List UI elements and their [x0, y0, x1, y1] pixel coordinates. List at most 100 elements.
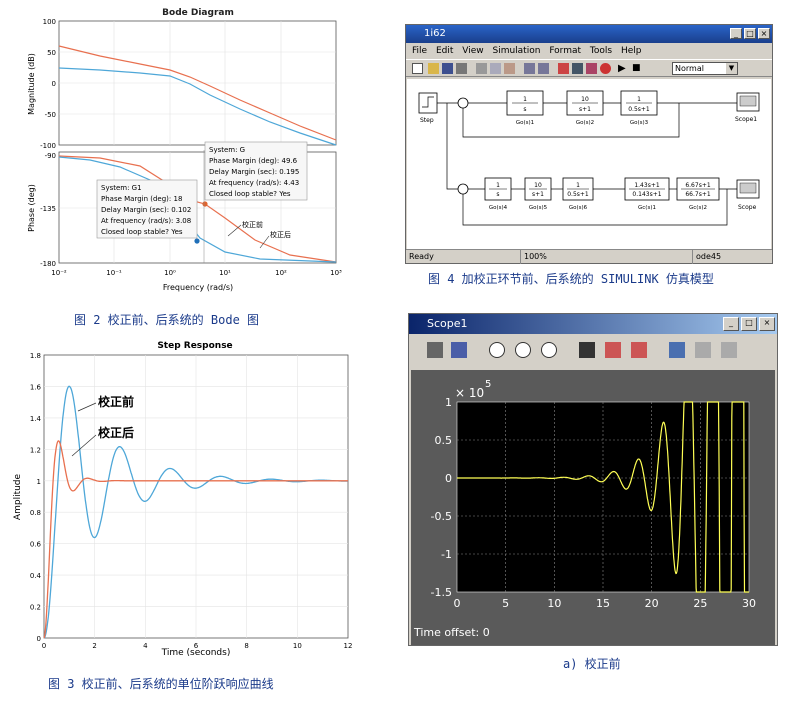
tf-den: s+1: [532, 191, 544, 198]
scope-xtick: 30: [742, 597, 756, 610]
tooltip-g1-line: Closed loop stable? Yes: [101, 228, 183, 236]
tf-den: s: [496, 191, 499, 198]
step-xtick: 0: [42, 642, 46, 650]
status-zoom: 100%: [520, 250, 547, 264]
step-ytick: 1.2: [30, 446, 41, 454]
bode-mag-tick: 100: [43, 18, 56, 26]
minimize-button[interactable]: _: [730, 28, 742, 39]
undo-icon[interactable]: [524, 63, 535, 74]
tooltip-g1-line: Delay Margin (sec): 0.102: [101, 206, 191, 214]
scope-minimize-button[interactable]: _: [723, 317, 739, 331]
floating-scope-icon[interactable]: [669, 342, 685, 358]
bode-phase-tick: -180: [40, 260, 56, 268]
menu-edit[interactable]: Edit: [436, 46, 453, 56]
lock-axes-icon[interactable]: [695, 342, 711, 358]
scope-titlebar: Scope1 _ □ ×: [409, 314, 777, 334]
menu-simulation[interactable]: Simulation: [492, 46, 540, 56]
scope-xtick: 25: [693, 597, 707, 610]
bode-freq-tick: 10⁰: [164, 269, 176, 277]
tooltip-g1-line: At frequency (rad/s): 3.08: [101, 217, 191, 225]
scope-exponent-base: × 10: [455, 386, 484, 400]
tf-label: Go(s)5: [529, 205, 548, 211]
zoom-icon[interactable]: [489, 342, 505, 358]
tooltip-g1-line: System: G1: [101, 184, 142, 192]
new-icon[interactable]: [412, 63, 423, 74]
menu-help[interactable]: Help: [621, 46, 642, 56]
step-ytick: 1.4: [30, 415, 42, 423]
tf-label: Gc(s)1: [638, 205, 656, 211]
autoscale-icon[interactable]: [579, 342, 595, 358]
simulink-menubar: File Edit View Simulation Format Tools H…: [406, 44, 772, 58]
cut-icon[interactable]: [476, 63, 487, 74]
bode-mag-tick: 0: [52, 80, 56, 88]
menu-tools[interactable]: Tools: [590, 46, 612, 56]
parameters-icon[interactable]: [451, 342, 467, 358]
stop-square-icon[interactable]: ■: [632, 63, 641, 74]
save-icon[interactable]: [442, 63, 453, 74]
signal-selection-icon[interactable]: [721, 342, 737, 358]
simulink-toolbar: ▶ ■ Normal ▼: [406, 59, 772, 77]
step-xtick: 4: [143, 642, 148, 650]
tf-num: 10: [581, 96, 589, 103]
print-icon[interactable]: [456, 63, 467, 74]
bode-freq-tick: 10¹: [219, 269, 231, 277]
tf-num: 1: [523, 96, 527, 103]
redo-icon[interactable]: [538, 63, 549, 74]
tf-den: 0.5s+1: [567, 191, 589, 198]
save-axes-icon[interactable]: [605, 342, 621, 358]
maximize-button[interactable]: □: [744, 28, 756, 39]
sim-mode-value: Normal: [675, 64, 704, 73]
scope1-label: Scope1: [735, 116, 757, 123]
scope-ytick: -1: [441, 548, 452, 561]
step-ytick: 0.4: [30, 572, 42, 580]
tf-den: 66.7s+1: [685, 191, 711, 198]
zoom-x-icon[interactable]: [515, 342, 531, 358]
scope-xtick: 0: [454, 597, 461, 610]
print-icon[interactable]: [427, 342, 443, 358]
chevron-down-icon[interactable]: ▼: [726, 63, 737, 74]
simulink-title: 1i62: [424, 28, 446, 39]
tooltip-g-line: At frequency (rad/s): 4.43: [209, 179, 299, 187]
simulink-statusbar: Ready 100% ode45: [406, 249, 772, 264]
scope-xtick: 20: [645, 597, 659, 610]
zoom-y-icon[interactable]: [541, 342, 557, 358]
bode-title: Bode Diagram: [162, 8, 234, 18]
bode-freq-tick: 10³: [330, 269, 342, 277]
scope-xtick: 15: [596, 597, 610, 610]
model-browser-icon[interactable]: [572, 63, 583, 74]
scope-time-offset: Time offset: 0: [413, 626, 490, 639]
scope-close-button[interactable]: ×: [759, 317, 775, 331]
figure-3-caption: 图 3 校正前、后系统的单位阶跃响应曲线: [48, 677, 274, 691]
tooltip-g-line: Phase Margin (deg): 49.6: [209, 157, 298, 165]
tooltip-g1-line: Phase Margin (deg): 18: [101, 195, 182, 203]
tooltip-g-line: System: G: [209, 146, 245, 154]
play-icon[interactable]: ▶: [618, 63, 626, 74]
paste-icon[interactable]: [504, 63, 515, 74]
open-icon[interactable]: [428, 63, 439, 74]
copy-icon[interactable]: [490, 63, 501, 74]
tf-label: Go(s)2: [576, 120, 594, 126]
menu-view[interactable]: View: [462, 46, 483, 56]
sim-mode-select[interactable]: Normal ▼: [672, 62, 738, 75]
debug-icon[interactable]: [586, 63, 597, 74]
scope-maximize-button[interactable]: □: [741, 317, 757, 331]
restore-axes-icon[interactable]: [631, 342, 647, 358]
tf-num: 6.67s+1: [685, 182, 711, 189]
stop-icon[interactable]: [600, 63, 611, 74]
library-icon[interactable]: [558, 63, 569, 74]
sum-block-2[interactable]: [457, 183, 469, 195]
step-ytick: 1.6: [30, 383, 42, 391]
menu-format[interactable]: Format: [549, 46, 581, 56]
menu-file[interactable]: File: [412, 46, 427, 56]
tf-den: s: [523, 106, 526, 113]
bode-freq-tick: 10²: [275, 269, 287, 277]
step-ytick: 0.8: [30, 509, 41, 517]
tf-num: 10: [534, 182, 542, 189]
tf-label: Go(s)1: [516, 120, 534, 126]
sum-block-1[interactable]: [457, 97, 469, 109]
tf-label: Go(s)3: [630, 120, 649, 126]
close-button[interactable]: ×: [758, 28, 770, 39]
figure-4-caption: 图 4 加校正环节前、后系统的 SIMULINK 仿真模型: [428, 272, 714, 286]
bode-ann-before: 校正前: [242, 220, 263, 229]
step-ytick: 1: [37, 478, 41, 486]
